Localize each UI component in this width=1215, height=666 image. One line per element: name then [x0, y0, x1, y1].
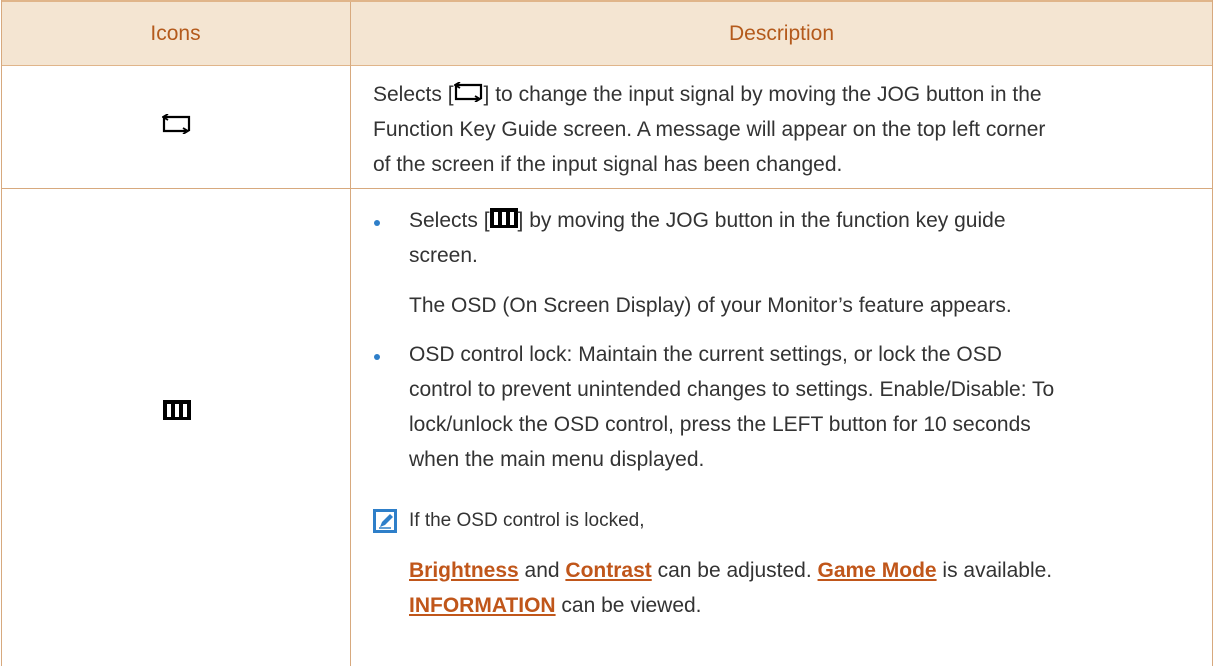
- row2-bullet2-line2: control to prevent unintended changes to…: [409, 378, 1055, 401]
- table-header: Icons Description: [1, 0, 1213, 66]
- icons-table: Icons Description Selects [ ] to change t…: [1, 0, 1213, 666]
- note-is-available: is available.: [936, 559, 1053, 582]
- row1-text-after: ] to change the input signal by moving t…: [483, 83, 1042, 106]
- note-can-be-viewed: can be viewed.: [555, 594, 702, 617]
- row-divider: [1, 188, 1213, 189]
- row2-bullet1-text-before: Selects [: [409, 209, 490, 232]
- contrast-link[interactable]: Contrast: [565, 559, 651, 582]
- note-icon: [373, 509, 397, 538]
- game-mode-link[interactable]: Game Mode: [818, 559, 937, 582]
- note-line3: INFORMATION can be viewed.: [409, 589, 702, 622]
- row2-bullet2-line3: lock/unlock the OSD control, press the L…: [409, 413, 1031, 436]
- row2-bullet2-line1: OSD control lock: Maintain the current s…: [409, 343, 1002, 366]
- row1-line1: Selects [ ] to change the input signal by…: [373, 78, 1042, 112]
- row2-osd-text: The OSD (On Screen Display) of your Moni…: [409, 294, 1012, 317]
- note-line1: If the OSD control is locked,: [409, 510, 645, 531]
- row1-text-before: Selects [: [373, 83, 454, 106]
- note-and: and: [518, 559, 566, 582]
- note-line2: Brightness and Contrast can be adjusted.…: [409, 554, 1052, 587]
- information-link[interactable]: INFORMATION: [409, 594, 556, 617]
- row2-bullet1-text-after: ] by moving the JOG button in the functi…: [517, 209, 1006, 232]
- header-icons: Icons: [150, 22, 201, 45]
- menu-inline-icon: [489, 205, 518, 238]
- brightness-link[interactable]: Brightness: [409, 559, 519, 582]
- note-can-be-adjusted: can be adjusted.: [651, 559, 818, 582]
- row2-bullet1-line1: Selects [ ] by moving the JOG button in t…: [409, 204, 1006, 238]
- bullet-dot: [374, 354, 380, 360]
- table-right-border: [1212, 0, 1213, 666]
- row1-line3: of the screen if the input signal has be…: [373, 153, 843, 176]
- table-left-border: [1, 0, 2, 666]
- row2-bullet1-line2: screen.: [409, 244, 478, 267]
- column-divider: [350, 2, 351, 666]
- row2-bullet2-line4: when the main menu displayed.: [409, 448, 705, 471]
- header-description: Description: [728, 22, 835, 45]
- input-source-icon: [161, 113, 192, 139]
- bullet-dot: [374, 220, 380, 226]
- input-source-inline-icon: [452, 79, 484, 112]
- menu-icon: [163, 400, 191, 425]
- row1-line2: Function Key Guide screen. A message wil…: [373, 118, 1046, 141]
